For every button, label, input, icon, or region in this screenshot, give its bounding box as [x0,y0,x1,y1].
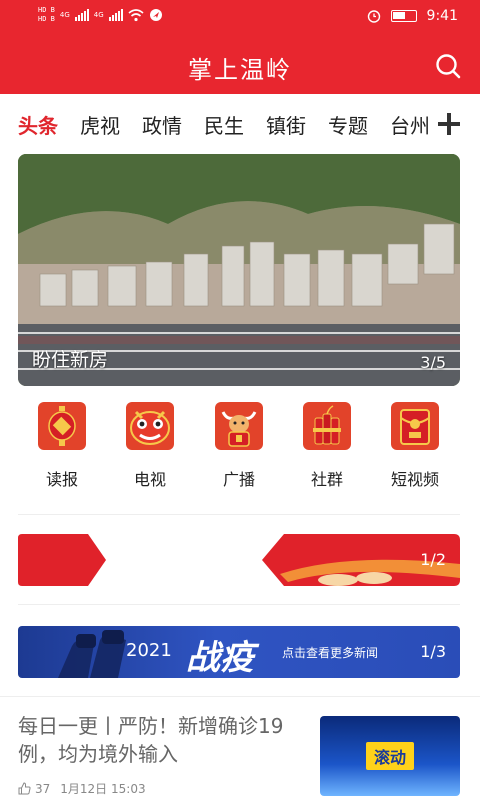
campaign-link[interactable]: 点击查看更多新闻 [282,644,378,661]
signal-icon [74,9,89,21]
campaign-banner[interactable]: 2021 战疫 点击查看更多新闻 1/3 [18,626,460,678]
clock: 9:41 [426,8,458,24]
lion-dance-icon [126,402,174,450]
quick-link-label: 广播 [222,470,255,489]
quick-link-tv[interactable]: 电视 [106,402,194,490]
news-thumbnail[interactable]: 滚动 [320,716,460,796]
add-channel-icon[interactable] [438,113,460,135]
divider [18,604,460,605]
location-icon [149,9,162,21]
app-header: 掌上温岭 [0,36,480,94]
news-title[interactable]: 每日一更丨严防！新增确诊19例，均为境外输入 [18,712,288,768]
promo-graphic [18,534,460,586]
firecracker-icon [303,402,351,450]
tab-topics[interactable]: 专题 [328,110,368,139]
quick-link-short-video[interactable]: 短视频 [371,402,459,490]
ox-icon [215,402,263,450]
campaign-year: 2021 [126,640,172,661]
app-title: 掌上温岭 [188,56,292,84]
tab-headlines[interactable]: 头条 [18,110,58,139]
like-count: 37 [35,781,51,796]
thumbnail-label: 滚动 [366,742,415,770]
lantern-icon [38,402,86,450]
alarm-icon [367,10,380,23]
channel-tabs: 头条 虎视 政情 民生 镇街 专题 台州 [0,100,480,148]
tab-hushi[interactable]: 虎视 [80,110,120,139]
network2-label: 4G [93,11,104,19]
tab-taizhou[interactable]: 台州 [390,110,430,139]
status-left: HD B HD B 4G 4G [38,6,163,24]
signal-icon-2 [108,9,123,21]
news-meta: 37 1月12日 15:03 [18,780,146,797]
quick-link-label: 读报 [45,470,78,489]
quick-link-community[interactable]: 社群 [283,402,371,490]
banner-caption: 盼住新房 [32,349,109,371]
sim-indicators: HD B HD B [38,6,55,24]
quick-link-label: 电视 [133,470,166,489]
sim1-label: HD B [38,6,55,14]
banner-carousel[interactable]: 盼住新房 3/5 [18,154,460,386]
campaign-title: 战疫 [186,638,254,678]
network1-label: 4G [59,11,70,19]
like-group: 37 [18,782,50,796]
divider [18,514,460,515]
quick-link-newspaper[interactable]: 读报 [18,402,106,490]
quick-link-label: 社群 [310,470,343,489]
thumbs-up-icon[interactable] [18,782,31,795]
tab-politics[interactable]: 政情 [142,110,182,139]
status-right: 9:41 [367,8,458,24]
news-item[interactable]: 每日一更丨严防！新增确诊19例，均为境外输入 37 1月12日 15:03 滚动 [0,700,480,800]
promo-page-indicator: 1/2 [420,550,446,569]
banner-page-indicator: 3/5 [420,353,446,372]
wifi-icon [128,9,144,22]
red-envelope-icon [391,402,439,450]
search-icon[interactable] [434,52,462,80]
quick-link-label: 短视频 [390,470,439,489]
tab-towns[interactable]: 镇街 [266,110,306,139]
battery-icon [390,10,417,22]
tab-livelihood[interactable]: 民生 [204,110,244,139]
promo-banner[interactable]: 1/2 [18,534,460,586]
divider [0,696,480,697]
news-date: 1月12日 15:03 [60,782,146,796]
status-bar: HD B HD B 4G 4G 9:41 [0,0,480,36]
sim2-label: HD B [38,15,55,23]
campaign-page-indicator: 1/3 [420,642,446,661]
quick-links: 读报 电视 广播 社群 短视频 [0,402,480,502]
quick-link-radio[interactable]: 广播 [195,402,283,490]
